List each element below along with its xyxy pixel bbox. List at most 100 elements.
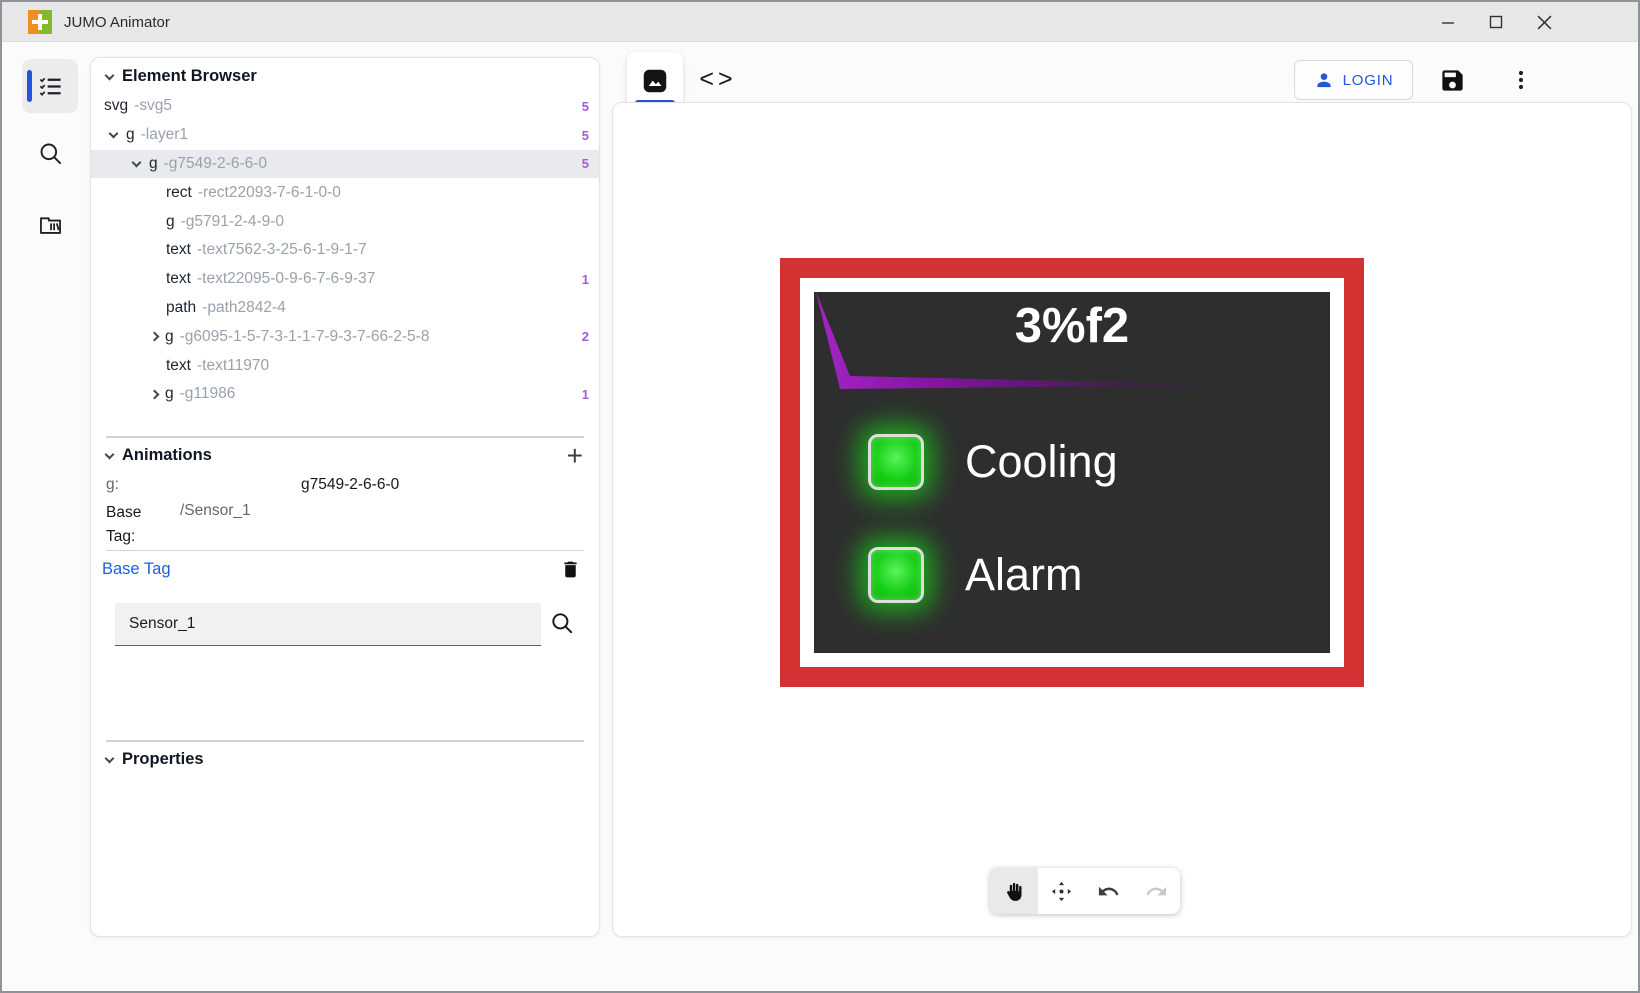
more-options-button[interactable] [1508,67,1534,93]
animation-field-value[interactable]: g7549-2-6-6-0 [301,476,399,494]
tree-row[interactable]: g -g11986 1 [91,380,599,409]
node-id: -svg5 [134,97,172,115]
tree-row[interactable]: text -text7562-3-25-6-1-9-1-7 [91,236,599,265]
node-badge: 1 [582,387,589,402]
animation-field-label: Base Tag: [106,501,168,549]
node-id: -rect22093-7-6-1-0-0 [198,184,341,202]
code-icon: <> [699,65,736,94]
move-tool-button[interactable] [1038,868,1086,914]
app-window: JUMO Animator [0,0,1640,993]
title-bar: JUMO Animator [2,2,1638,42]
node-tag: text [166,241,191,259]
undo-icon [1097,880,1120,903]
chevron-down-icon [105,70,115,80]
user-icon [1314,70,1334,90]
animations-header[interactable]: Animations [104,446,212,465]
node-badge: 5 [582,128,589,143]
chevron-down-icon [105,753,115,763]
chevron-down-icon [105,449,115,459]
pan-tool-button[interactable] [990,868,1038,914]
section-divider [106,550,584,551]
animation-field-value[interactable]: /Sensor_1 [180,502,251,520]
display-inner-frame: 3%f2 Cooling Alarm [800,278,1344,667]
base-tag-link[interactable]: Base Tag [102,560,171,579]
node-id: -text7562-3-25-6-1-9-1-7 [197,241,367,259]
cooling-led-indicator[interactable] [868,434,924,490]
login-label: LOGIN [1343,72,1394,89]
element-tree: svg -svg5 5 g -layer1 5 g -g7549-2-6-6-0… [91,92,599,409]
section-divider [106,436,584,438]
node-id: -path2842-4 [202,299,286,317]
display-title: 3%f2 [814,298,1330,354]
save-button[interactable] [1438,66,1466,94]
node-tag: text [166,357,191,375]
svg-display-frame[interactable]: 3%f2 Cooling Alarm [780,258,1364,687]
chevron-right-icon[interactable] [150,389,160,399]
kebab-menu-icon [1509,68,1533,92]
tree-row[interactable]: text -text11970 [91,351,599,380]
chevron-down-icon[interactable] [109,129,119,139]
node-badge: 1 [582,272,589,287]
node-id: -layer1 [141,126,188,144]
left-panel: Element Browser svg -svg5 5 g -layer1 5 … [90,57,600,937]
search-tag-icon[interactable] [549,610,575,636]
node-tag: rect [166,184,192,202]
redo-button[interactable] [1133,868,1181,914]
sidebar-item-elements[interactable] [22,59,78,113]
node-tag: g [165,328,174,346]
node-id: -g6095-1-5-7-3-1-1-7-9-3-7-66-2-5-8 [180,328,430,346]
element-browser-title: Element Browser [122,67,257,86]
cooling-label: Cooling [965,434,1118,490]
node-id: -g7549-2-6-6-0 [164,155,267,173]
node-tag: g [149,155,158,173]
node-badge: 5 [582,156,589,171]
sidebar-item-search[interactable] [22,126,78,180]
tab-code-view[interactable]: <> [697,62,739,96]
close-button[interactable] [1528,7,1560,37]
node-badge: 2 [582,329,589,344]
tree-row[interactable]: rect -rect22093-7-6-1-0-0 [91,178,599,207]
redo-icon [1145,880,1168,903]
save-floppy-icon [1439,67,1466,94]
sidebar-item-library[interactable] [22,197,78,251]
display-panel: 3%f2 Cooling Alarm [814,292,1330,653]
tree-row-selected[interactable]: g -g7549-2-6-6-0 5 [91,150,599,179]
alarm-label: Alarm [965,547,1083,603]
tree-row[interactable]: svg -svg5 5 [91,92,599,121]
tree-row[interactable]: g -g5791-2-4-9-0 [91,207,599,236]
chevron-down-icon[interactable] [132,158,142,168]
add-animation-button[interactable]: + [567,440,583,472]
node-badge: 5 [582,99,589,114]
alarm-led-indicator[interactable] [868,547,924,603]
minimize-button[interactable] [1432,7,1464,37]
node-id: -g11986 [180,385,236,403]
library-icon [37,211,64,238]
tree-row[interactable]: path -path2842-4 [91,294,599,323]
node-tag: g [126,126,135,144]
checklist-icon [37,73,64,100]
element-browser-header[interactable]: Element Browser [104,67,257,86]
trash-icon[interactable] [560,558,581,581]
search-icon [37,140,64,167]
node-tag: g [166,213,175,231]
node-id: -g5791-2-4-9-0 [181,213,284,231]
animations-title: Animations [122,446,212,465]
tree-row[interactable]: g -layer1 5 [91,121,599,150]
tree-row[interactable]: text -text22095-0-9-6-7-6-9-37 1 [91,265,599,294]
base-tag-input[interactable] [115,603,541,646]
node-tag: svg [104,97,128,115]
login-button[interactable]: LOGIN [1294,60,1413,100]
node-tag: text [166,270,191,288]
chevron-right-icon[interactable] [150,332,160,342]
move-icon [1050,880,1073,903]
image-icon [640,66,670,96]
node-tag: g [165,385,174,403]
undo-button[interactable] [1085,868,1133,914]
animation-field-label: g: [106,476,119,494]
active-indicator [27,70,32,102]
tree-row[interactable]: g -g6095-1-5-7-3-1-1-7-9-3-7-66-2-5-8 2 [91,322,599,351]
node-id: -text11970 [197,357,269,375]
maximize-button[interactable] [1480,7,1512,37]
section-divider [106,740,584,742]
properties-header[interactable]: Properties [104,750,204,769]
